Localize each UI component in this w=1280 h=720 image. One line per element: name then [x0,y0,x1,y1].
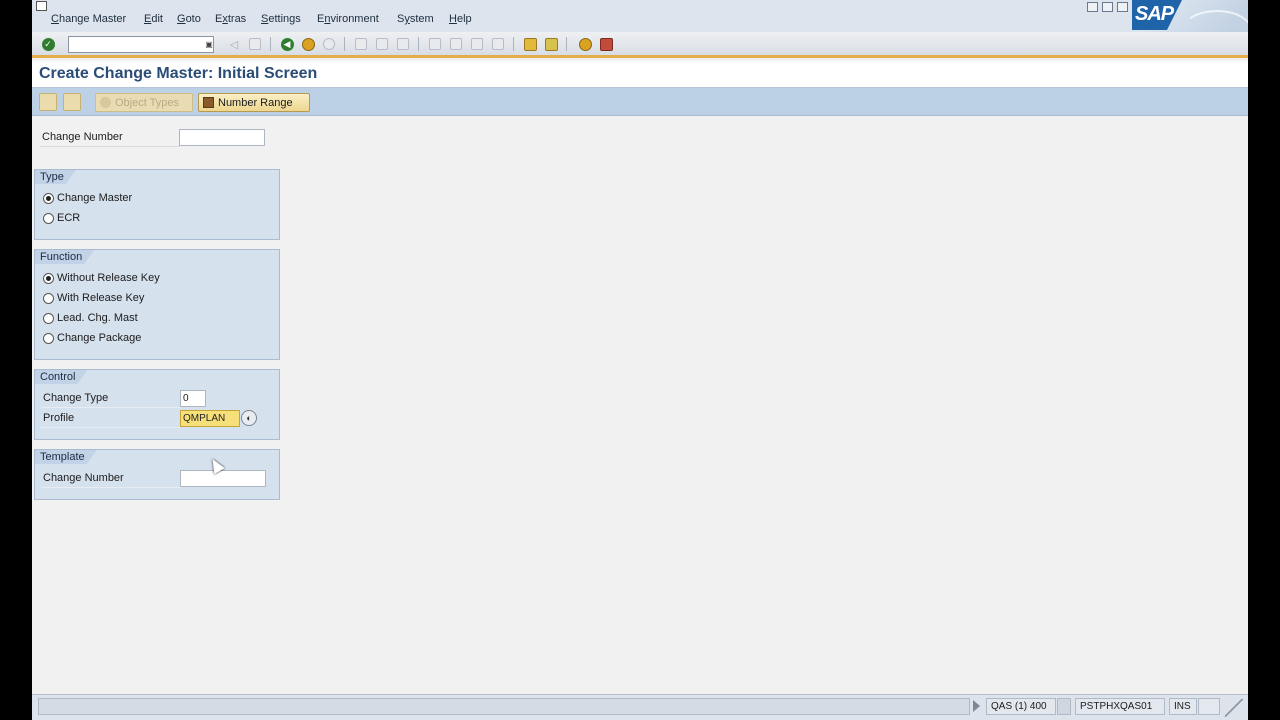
standard-toolbar: ✓ ▣ ◁ ◀ [32,32,1248,58]
radio-without-release-key[interactable]: Without Release Key [43,272,160,284]
radio-ecr[interactable]: ECR [43,212,80,224]
display-change-icon[interactable] [39,93,57,111]
radio-button[interactable] [43,332,54,344]
minimize-icon[interactable] [1087,2,1098,12]
command-field[interactable] [68,36,214,53]
menu-settings[interactable]: Settings [261,13,301,25]
menu-goto[interactable]: Goto [177,13,201,25]
cancel-icon[interactable] [321,36,337,52]
help-icon[interactable] [577,36,593,52]
command-history-icon[interactable]: ▣ [204,36,214,53]
change-number-input[interactable] [179,129,265,146]
create-session-icon[interactable] [522,36,538,52]
find-next-icon[interactable] [395,36,411,52]
previous-page-icon[interactable] [448,36,464,52]
status-bar: QAS (1) 400 PSTPHXQAS01 INS [32,694,1248,720]
other-object-icon[interactable] [63,93,81,111]
shortcut-icon[interactable] [543,36,559,52]
next-page-icon[interactable] [469,36,485,52]
template-group-title: Template [35,450,97,464]
enter-icon[interactable]: ✓ [40,36,56,52]
control-group: Control Change Type Profile ◐ [34,369,280,440]
status-system: QAS (1) 400 [986,698,1056,715]
control-group-title: Control [35,370,87,384]
close-icon[interactable] [1117,2,1128,12]
print-icon[interactable] [353,36,369,52]
status-message [38,698,970,715]
radio-button[interactable] [43,292,54,304]
menu-environment[interactable]: Environment [317,13,379,25]
menu-extras[interactable]: Extras [215,13,246,25]
menu-bar: Change Master Edit Goto Extras Settings … [32,0,1248,58]
radio-change-master[interactable]: Change Master [43,192,132,204]
status-expand-icon[interactable] [973,700,980,712]
maximize-icon[interactable] [1102,2,1113,12]
object-types-icon [100,97,111,108]
exit-icon[interactable] [300,36,316,52]
last-page-icon[interactable] [490,36,506,52]
menu-edit[interactable]: Edit [144,13,163,25]
change-type-input[interactable] [180,390,206,407]
number-range-icon [203,97,214,108]
profile-input[interactable] [180,410,240,427]
menu-change-master[interactable]: Change Master [51,13,126,25]
menu-window-icon[interactable] [36,1,47,11]
radio-change-package[interactable]: Change Package [43,332,141,344]
sap-window: Change Master Edit Goto Extras Settings … [32,0,1248,720]
customize-layout-icon[interactable] [598,36,614,52]
radio-lead-chg-mast[interactable]: Lead. Chg. Mast [43,312,138,324]
template-group: Template Change Number [34,449,280,500]
object-types-button[interactable]: Object Types [95,93,193,112]
save-icon[interactable] [247,36,263,52]
radio-button[interactable] [43,272,54,284]
profile-label: Profile [43,412,75,424]
template-change-number-input[interactable] [180,470,266,487]
page-title: Create Change Master: Initial Screen [39,65,318,82]
radio-button[interactable] [43,312,54,324]
radio-button[interactable] [43,212,54,224]
application-toolbar: Object Types Number Range [32,88,1248,116]
radio-button[interactable] [43,192,54,204]
function-group: Function Without Release Key With Releas… [34,249,280,360]
system-info-icon[interactable] [1057,698,1071,715]
status-server: PSTPHXQAS01 [1075,698,1165,715]
number-range-button[interactable]: Number Range [198,93,310,112]
template-change-number-label: Change Number [43,472,124,484]
menu-system[interactable]: System [397,13,434,25]
change-type-label: Change Type [43,392,109,404]
resize-grip-icon[interactable] [1225,699,1243,717]
title-bar: Create Change Master: Initial Screen [32,61,1248,88]
back-icon[interactable]: ◀ [279,36,295,52]
change-number-label: Change Number [42,131,123,143]
type-group: Type Change Master ECR [34,169,280,240]
type-group-title: Type [35,170,76,184]
value-help-icon[interactable]: ◐ [241,410,257,426]
radio-with-release-key[interactable]: With Release Key [43,292,144,304]
back-arrow-icon[interactable]: ◁ [226,36,242,52]
find-icon[interactable] [374,36,390,52]
status-mode: INS [1169,698,1197,715]
function-group-title: Function [35,250,94,264]
first-page-icon[interactable] [427,36,443,52]
menu-help[interactable]: Help [449,13,472,25]
